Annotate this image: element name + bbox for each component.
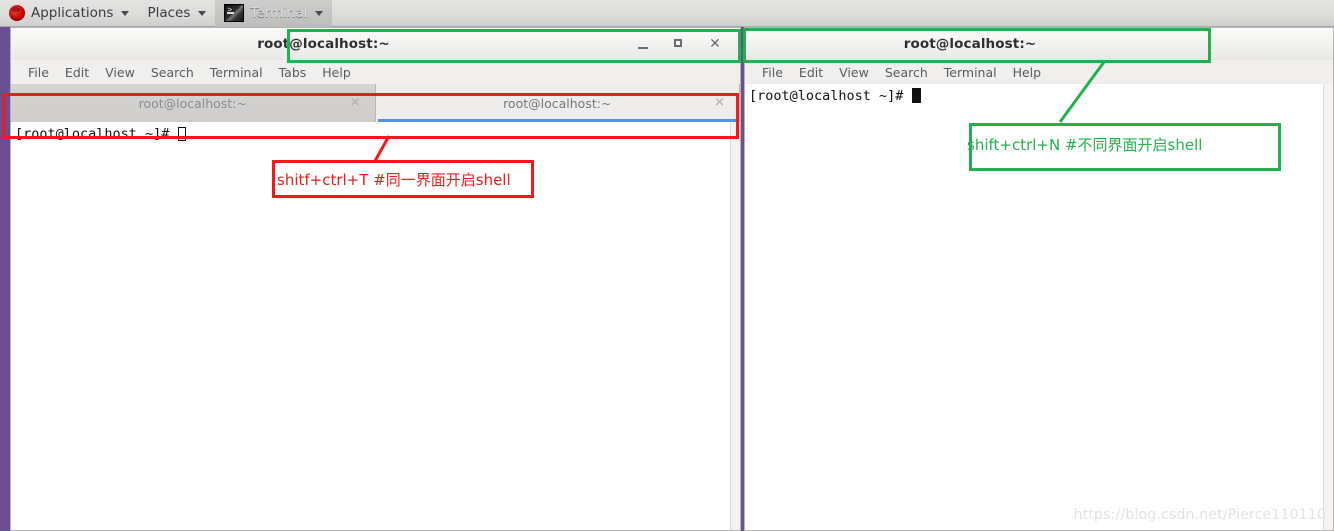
terminal-cursor xyxy=(911,88,921,103)
annotation-text-red: shitf+ctrl+T #同一界面开启shell xyxy=(277,171,511,189)
menu-item-view[interactable]: View xyxy=(831,65,877,80)
chevron-down-icon xyxy=(198,10,207,16)
menu-item-edit[interactable]: Edit xyxy=(791,65,831,80)
menu-item-edit[interactable]: Edit xyxy=(57,65,97,80)
menu-item-file[interactable]: File xyxy=(20,65,57,80)
chevron-down-icon xyxy=(121,10,130,16)
window2-scrollbar[interactable] xyxy=(1323,84,1333,530)
places-menu-label: Places xyxy=(147,5,191,21)
terminal-window-2[interactable]: root@localhost:~ File Edit View Search T… xyxy=(744,27,1334,531)
watermark: https://blog.csdn.net/Pierce110110 xyxy=(1073,507,1326,523)
menu-item-search[interactable]: Search xyxy=(143,65,202,80)
applications-menu[interactable]: Applications xyxy=(0,0,138,27)
window2-prompt-text: [root@localhost ~]# xyxy=(749,88,912,104)
applications-menu-label: Applications xyxy=(31,5,114,21)
menu-item-terminal[interactable]: Terminal xyxy=(202,65,271,80)
menu-item-terminal[interactable]: Terminal xyxy=(936,65,1005,80)
window1-scrollbar[interactable] xyxy=(730,122,740,530)
chevron-down-icon xyxy=(315,10,324,16)
taskbar-item-terminal[interactable]: > Terminal xyxy=(215,0,333,27)
menu-item-tabs[interactable]: Tabs xyxy=(271,65,315,80)
annotation-highlight-window1-tabstrip xyxy=(2,93,739,139)
menu-item-help[interactable]: Help xyxy=(314,65,359,80)
taskbar-item-terminal-label: Terminal xyxy=(250,5,308,21)
annotation-highlight-window2-titlebar xyxy=(743,28,1211,63)
menu-item-help[interactable]: Help xyxy=(1005,65,1050,80)
menu-item-file[interactable]: File xyxy=(754,65,791,80)
redhat-logo-icon xyxy=(9,5,25,21)
top-panel: Applications Places > Terminal xyxy=(0,0,1334,27)
window2-menubar: File Edit View Search Terminal Help xyxy=(744,60,1334,84)
annotation-leader-line-red xyxy=(373,135,391,162)
menu-item-search[interactable]: Search xyxy=(877,65,936,80)
terminal-icon: > xyxy=(224,4,245,22)
window2-prompt-line: [root@localhost ~]# xyxy=(745,84,1333,104)
window1-menubar: File Edit View Search Terminal Tabs Help xyxy=(10,60,741,84)
places-menu[interactable]: Places xyxy=(138,0,215,27)
annotation-highlight-window1-titlebar xyxy=(287,29,741,63)
annotation-text-green: shift+ctrl+N #不同界面开启shell xyxy=(967,136,1203,154)
menu-item-view[interactable]: View xyxy=(97,65,143,80)
annotation-leader-line-green xyxy=(1058,61,1106,123)
